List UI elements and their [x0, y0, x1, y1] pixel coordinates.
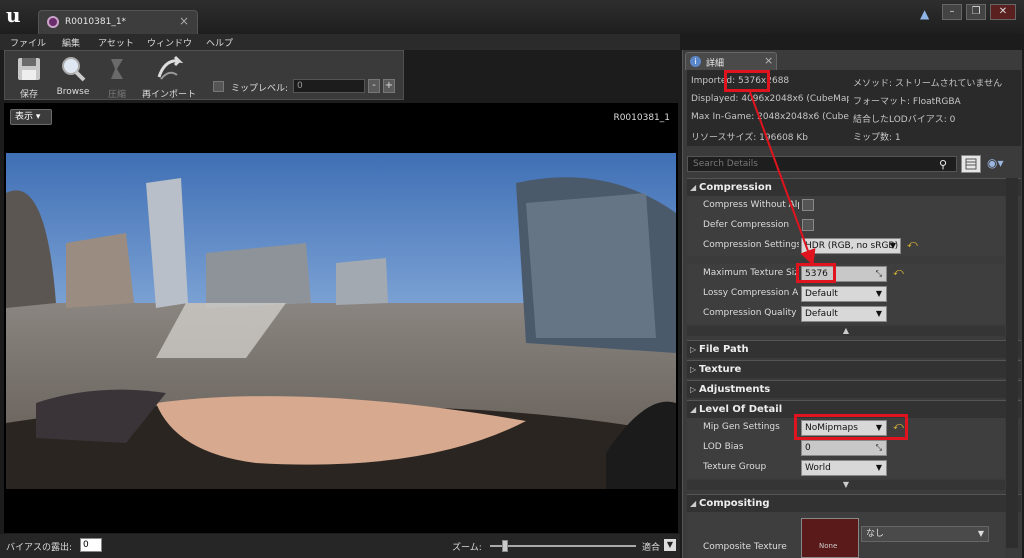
annotation-arrow	[749, 91, 816, 266]
